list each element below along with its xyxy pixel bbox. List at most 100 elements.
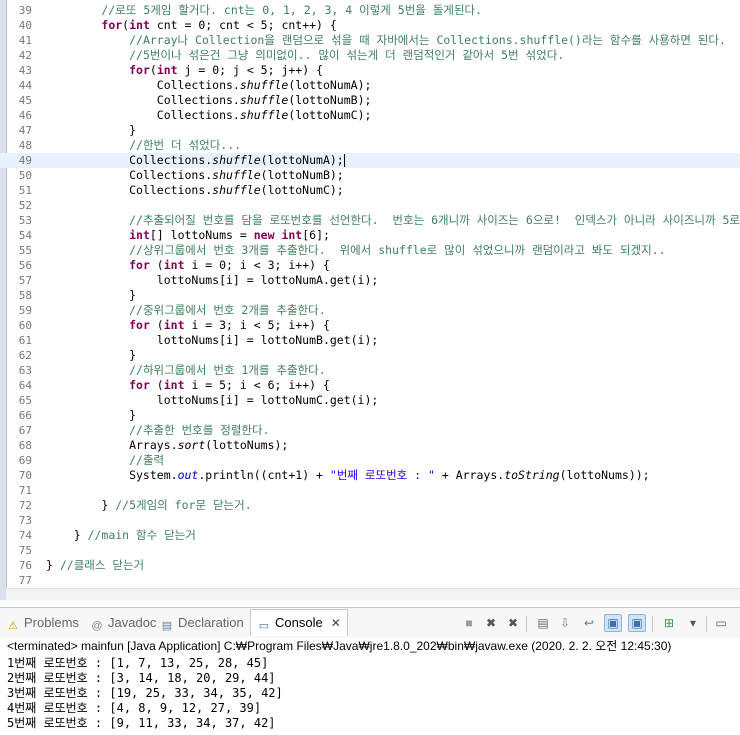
code-line[interactable]: 71	[0, 483, 740, 498]
remove-launch-icon[interactable]: ✖	[482, 614, 500, 632]
close-icon[interactable]: ✕	[331, 616, 341, 630]
code-line[interactable]: 47 }	[0, 123, 740, 138]
line-number: 62	[18, 349, 32, 362]
code-token: lottoNums[i] = lottoNumC.get(i);	[46, 393, 379, 407]
code-line[interactable]: 48 //한번 더 섞었다...	[0, 138, 740, 153]
code-line[interactable]: 66 }	[0, 408, 740, 423]
code-line[interactable]: 46 Collections.shuffle(lottoNumC);	[0, 108, 740, 123]
line-number: 72	[18, 499, 32, 512]
code-line[interactable]: 60 for (int i = 3; i < 5; i++) {	[0, 318, 740, 333]
horizontal-scrollbar[interactable]	[6, 588, 740, 600]
code-token: [6];	[302, 228, 330, 242]
code-line[interactable]: 76} //클래스 닫는거	[0, 558, 740, 573]
line-number: 77	[18, 574, 32, 587]
code-line[interactable]: 49 Collections.shuffle(lottoNumA);	[0, 153, 740, 168]
code-token: Arrays.	[46, 438, 178, 452]
line-number: 64	[18, 379, 32, 392]
code-token: //추출한 번호를 정렬한다.	[129, 423, 270, 437]
code-line[interactable]: 72 } //5게임의 for문 닫는거.	[0, 498, 740, 513]
code-text: }	[46, 288, 136, 303]
open-console-icon[interactable]: ▭	[712, 614, 730, 632]
line-number: 60	[18, 319, 32, 332]
terminate-icon[interactable]: ■	[460, 614, 478, 632]
code-token: sort	[177, 438, 206, 452]
code-token: //추출되어질 번호를 담을 로또번호를 선언한다. 번호는 6개니까 사이즈는…	[129, 213, 740, 227]
line-number: 70	[18, 469, 32, 482]
code-line[interactable]: 74 } //main 함수 닫는거	[0, 528, 740, 543]
code-line[interactable]: 63 //하위그룹에서 번호 1개를 추출한다.	[0, 363, 740, 378]
code-line[interactable]: 73	[0, 513, 740, 528]
code-line[interactable]: 57 lottoNums[i] = lottoNumA.get(i);	[0, 273, 740, 288]
code-line[interactable]: 40 for(int cnt = 0; cnt < 5; cnt++) {	[0, 18, 740, 33]
remove-all-terminated-icon[interactable]: ✖	[504, 614, 522, 632]
code-line[interactable]: 61 lottoNums[i] = lottoNumB.get(i);	[0, 333, 740, 348]
code-line[interactable]: 51 Collections.shuffle(lottoNumC);	[0, 183, 740, 198]
code-line[interactable]: 65 lottoNums[i] = lottoNumC.get(i);	[0, 393, 740, 408]
code-line[interactable]: 56 for (int i = 0; i < 3; i++) {	[0, 258, 740, 273]
line-number: 44	[18, 79, 32, 92]
line-number: 47	[18, 124, 32, 137]
display-selected-console-icon[interactable]: ▾	[684, 614, 702, 632]
code-line[interactable]: 55 //상위그룹에서 번호 3개를 추출한다. 위에서 shuffle로 많이…	[0, 243, 740, 258]
code-text: } //5게임의 for문 닫는거.	[46, 498, 251, 513]
code-token: //한번 더 섞었다...	[129, 138, 242, 152]
word-wrap-icon[interactable]: ↩	[580, 614, 598, 632]
code-token: i = 5; i < 6; i++) {	[184, 378, 330, 392]
line-number: 58	[18, 289, 32, 302]
code-token: //main 함수 닫는거	[87, 528, 196, 542]
code-token: int	[129, 228, 150, 242]
code-text: }	[46, 408, 136, 423]
code-line[interactable]: 75	[0, 543, 740, 558]
code-line[interactable]: 64 for (int i = 5; i < 6; i++) {	[0, 378, 740, 393]
tab-problems[interactable]: ⚠ Problems	[6, 613, 79, 633]
code-text: }	[46, 348, 136, 363]
code-token: for	[129, 258, 150, 272]
code-line[interactable]: 68 Arrays.sort(lottoNums);	[0, 438, 740, 453]
code-text: Collections.shuffle(lottoNumA);	[46, 78, 372, 93]
code-line[interactable]: 43 for(int j = 0; j < 5; j++) {	[0, 63, 740, 78]
code-line[interactable]: 53 //추출되어질 번호를 담을 로또번호를 선언한다. 번호는 6개니까 사…	[0, 213, 740, 228]
code-line[interactable]: 70 System.out.println((cnt+1) + "번째 로또번호…	[0, 468, 740, 483]
tab-console[interactable]: ▭ Console ✕	[250, 609, 348, 636]
tab-declaration[interactable]: ▤ Declaration	[160, 613, 244, 633]
pin-console-icon[interactable]: ⊞	[660, 614, 678, 632]
clear-console-icon[interactable]: ▤	[534, 614, 552, 632]
code-line[interactable]: 45 Collections.shuffle(lottoNumB);	[0, 93, 740, 108]
show-on-stderr-icon[interactable]: ▣	[628, 614, 646, 632]
scroll-lock-icon[interactable]: ⇩	[556, 614, 574, 632]
code-token: System.	[46, 468, 178, 482]
code-text: for(int j = 0; j < 5; j++) {	[46, 63, 323, 78]
code-line[interactable]: 62 }	[0, 348, 740, 363]
code-line[interactable]: 69 //출력	[0, 453, 740, 468]
console-view[interactable]: <terminated> mainfun [Java Application] …	[0, 638, 740, 735]
code-editor[interactable]: 39 //로또 5게임 할거다. cnt는 0, 1, 2, 3, 4 이렇게 …	[0, 0, 740, 600]
code-token: (lottoNumA);	[260, 153, 344, 167]
console-icon: ▭	[258, 620, 270, 632]
code-line[interactable]: 44 Collections.shuffle(lottoNumA);	[0, 78, 740, 93]
line-number: 57	[18, 274, 32, 287]
show-on-stdout-icon[interactable]: ▣	[604, 614, 622, 632]
tab-label: Javadoc	[108, 615, 157, 630]
console-output-line: 1번째 로또번호 : [1, 7, 13, 25, 28, 45]	[7, 656, 269, 670]
code-text: Collections.shuffle(lottoNumC);	[46, 108, 372, 123]
code-line[interactable]: 58 }	[0, 288, 740, 303]
code-line[interactable]: 41 //Array나 Collection을 랜덤으로 섞을 때 자바에서는 …	[0, 33, 740, 48]
tab-javadoc[interactable]: @ Javadoc	[90, 613, 156, 633]
code-token: shuffle	[212, 153, 261, 167]
console-output-line: 2번째 로또번호 : [3, 14, 18, 20, 29, 44]	[7, 671, 276, 685]
code-line[interactable]: 50 Collections.shuffle(lottoNumB);	[0, 168, 740, 183]
code-token: [] lottoNums =	[149, 228, 254, 242]
code-line[interactable]: 59 //중위그룹에서 번호 2개를 추출한다.	[0, 303, 740, 318]
code-line[interactable]: 67 //추출한 번호를 정렬한다.	[0, 423, 740, 438]
code-line[interactable]: 52	[0, 198, 740, 213]
code-line[interactable]: 54 int[] lottoNums = new int[6];	[0, 228, 740, 243]
code-line[interactable]: 77	[0, 573, 740, 588]
line-number: 50	[18, 169, 32, 182]
code-line[interactable]: 42 //5번이나 섞은건 그냥 의미없이.. 많이 섞는게 더 랜덤적인거 같…	[0, 48, 740, 63]
code-line[interactable]: 39 //로또 5게임 할거다. cnt는 0, 1, 2, 3, 4 이렇게 …	[0, 3, 740, 18]
text-caret	[343, 154, 345, 167]
line-number: 54	[18, 229, 32, 242]
